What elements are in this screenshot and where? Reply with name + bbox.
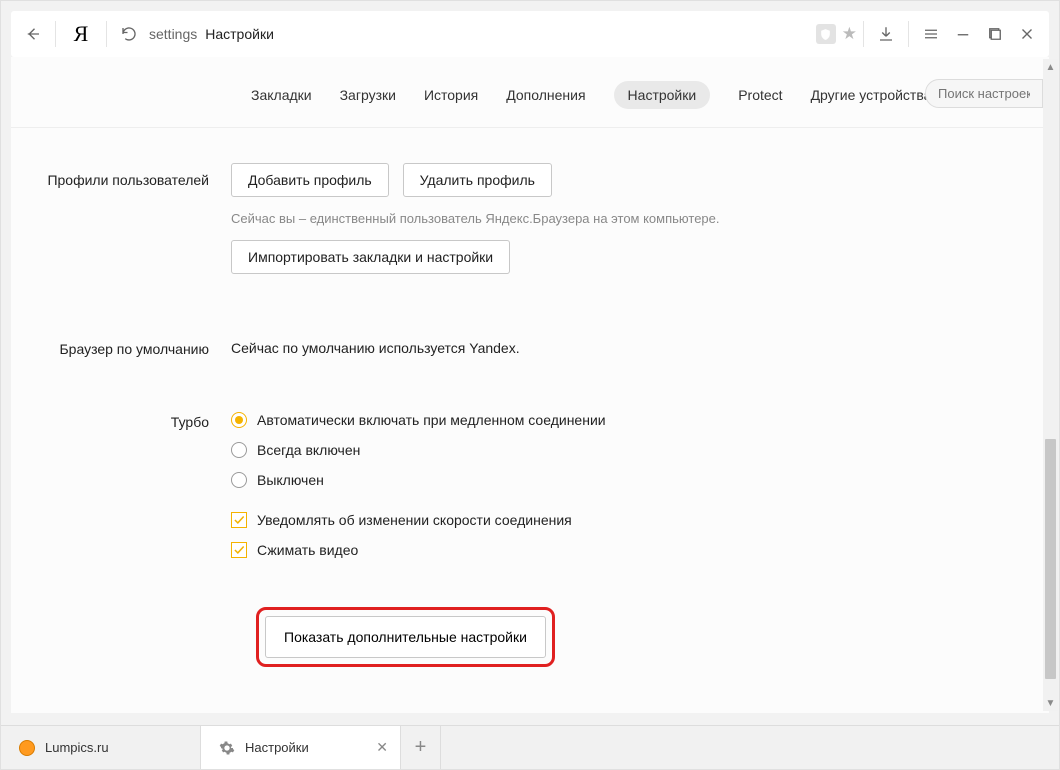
browser-tab-settings[interactable]: Настройки ✕ (201, 726, 401, 769)
settings-tabs: Закладки Загрузки История Дополнения Нас… (11, 57, 1049, 128)
advanced-settings-area: Показать дополнительные настройки (11, 607, 1049, 667)
favicon-icon (19, 740, 35, 756)
section-turbo-title: Турбо (11, 405, 231, 565)
add-profile-button[interactable]: Добавить профиль (231, 163, 389, 197)
tab-settings[interactable]: Настройки (614, 81, 711, 109)
browser-tab-title: Настройки (245, 740, 309, 755)
checkbox-icon (231, 542, 247, 558)
toolbar-separator (106, 21, 107, 47)
section-profiles: Профили пользователей Добавить профиль У… (11, 135, 1049, 292)
turbo-check-compress-video[interactable]: Сжимать видео (231, 535, 1025, 565)
turbo-option-label: Автоматически включать при медленном сое… (257, 412, 606, 428)
close-window-button[interactable] (1011, 18, 1043, 50)
browser-window: Я settings Настройки ★ (0, 0, 1060, 770)
turbo-option-auto[interactable]: Автоматически включать при медленном сое… (231, 405, 1025, 435)
menu-button[interactable] (915, 18, 947, 50)
tab-other-devices[interactable]: Другие устройства (811, 87, 932, 103)
maximize-button[interactable] (979, 18, 1011, 50)
yandex-logo[interactable]: Я (66, 21, 96, 47)
turbo-option-always[interactable]: Всегда включен (231, 435, 1025, 465)
turbo-option-off[interactable]: Выключен (231, 465, 1025, 495)
radio-icon (231, 472, 247, 488)
highlight-annotation: Показать дополнительные настройки (256, 607, 555, 667)
settings-page: Закладки Загрузки История Дополнения Нас… (11, 57, 1049, 713)
turbo-check-notify[interactable]: Уведомлять об изменении скорости соедине… (231, 505, 1025, 535)
scrollbar-thumb[interactable] (1045, 439, 1056, 679)
turbo-option-label: Всегда включен (257, 442, 360, 458)
scrollbar[interactable]: ▲ ▼ (1043, 59, 1058, 711)
address-bar[interactable]: settings Настройки ★ (145, 24, 857, 44)
url-scheme: settings (149, 26, 197, 42)
radio-icon (231, 442, 247, 458)
settings-search-input[interactable] (925, 79, 1043, 108)
scroll-down-icon[interactable]: ▼ (1043, 695, 1058, 711)
import-button[interactable]: Импортировать закладки и настройки (231, 240, 510, 274)
url-title: Настройки (205, 26, 274, 42)
minimize-button[interactable] (947, 18, 979, 50)
show-advanced-button[interactable]: Показать дополнительные настройки (265, 616, 546, 658)
delete-profile-button[interactable]: Удалить профиль (403, 163, 552, 197)
toolbar-separator (55, 21, 56, 47)
gear-icon (219, 740, 235, 756)
settings-search (925, 79, 1043, 108)
new-tab-button[interactable]: + (401, 726, 441, 769)
toolbar-separator (863, 21, 864, 47)
turbo-check-label: Уведомлять об изменении скорости соедине… (257, 512, 572, 528)
checkbox-icon (231, 512, 247, 528)
reload-button[interactable] (113, 18, 145, 50)
protect-icon[interactable] (816, 24, 836, 44)
radio-icon (231, 412, 247, 428)
section-profiles-title: Профили пользователей (11, 163, 231, 284)
profiles-hint: Сейчас вы – единственный пользователь Ян… (231, 211, 1025, 226)
tab-protect[interactable]: Protect (738, 87, 782, 103)
tab-history[interactable]: История (424, 87, 478, 103)
browser-tab-title: Lumpics.ru (45, 740, 109, 755)
section-default-browser: Браузер по умолчанию Сейчас по умолчанию… (11, 292, 1049, 367)
browser-toolbar: Я settings Настройки ★ (11, 11, 1049, 57)
settings-body: Профили пользователей Добавить профиль У… (11, 135, 1049, 713)
scroll-up-icon[interactable]: ▲ (1043, 59, 1058, 75)
tab-downloads[interactable]: Загрузки (340, 87, 396, 103)
tab-strip: Lumpics.ru Настройки ✕ + (1, 725, 1059, 769)
bookmark-star-icon[interactable]: ★ (842, 24, 857, 44)
section-default-browser-title: Браузер по умолчанию (11, 332, 231, 359)
downloads-button[interactable] (870, 18, 902, 50)
toolbar-separator (908, 21, 909, 47)
back-button[interactable] (17, 18, 49, 50)
default-browser-text: Сейчас по умолчанию используется Yandex. (231, 332, 1025, 356)
turbo-check-label: Сжимать видео (257, 542, 358, 558)
section-turbo: Турбо Автоматически включать при медленн… (11, 367, 1049, 573)
close-tab-icon[interactable]: ✕ (376, 739, 388, 756)
browser-tab-lumpics[interactable]: Lumpics.ru (1, 726, 201, 769)
turbo-option-label: Выключен (257, 472, 324, 488)
tab-extensions[interactable]: Дополнения (506, 87, 585, 103)
tab-bookmarks[interactable]: Закладки (251, 87, 312, 103)
